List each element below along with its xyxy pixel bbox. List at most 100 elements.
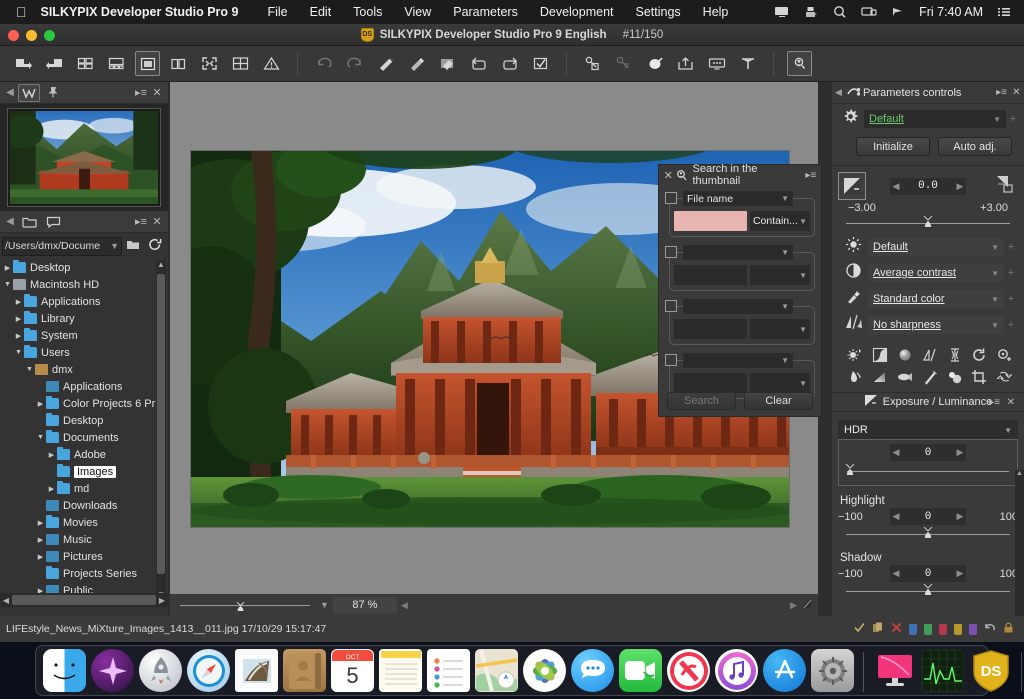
tree-collapse-arrow-icon[interactable]: ▼	[24, 366, 35, 373]
criterion-text-input[interactable]	[674, 265, 747, 285]
exposure-slider[interactable]	[846, 215, 1010, 232]
tree-expand-arrow-icon[interactable]: ▶	[13, 298, 24, 306]
gear-icon[interactable]	[836, 108, 864, 130]
tree-expand-arrow-icon[interactable]: ▶	[13, 315, 24, 323]
close-icon[interactable]: ✕	[662, 169, 675, 182]
dock-item-silkypix[interactable]: DS	[969, 649, 1012, 692]
exposure-luminance-icon[interactable]	[842, 344, 867, 366]
shadow-value[interactable]: 0	[902, 568, 954, 580]
folder-tree-item[interactable]: ▶ System	[0, 327, 168, 344]
close-icon[interactable]: ✕	[149, 215, 165, 228]
chevron-down-icon[interactable]: ▼	[110, 241, 119, 251]
hdr-dropdown[interactable]: HDR ▼	[838, 420, 1018, 440]
initialize-button[interactable]: Initialize	[856, 137, 930, 156]
criterion-checkbox[interactable]	[665, 192, 677, 204]
menu-view[interactable]: View	[393, 5, 442, 19]
dock-item-app-store[interactable]	[763, 649, 806, 692]
print-icon[interactable]	[642, 51, 667, 76]
filmstrip-icon[interactable]	[104, 51, 129, 76]
contrast-icon[interactable]	[838, 262, 868, 284]
dock-item-system-preferences[interactable]	[811, 649, 854, 692]
shadow-slider-knob[interactable]	[923, 583, 933, 598]
folder-tree-item[interactable]: ▶ Pictures	[0, 548, 168, 565]
criterion-checkbox[interactable]	[665, 300, 677, 312]
criterion-field-dropdown[interactable]: ▼	[683, 353, 793, 368]
dock-item-finder[interactable]	[43, 649, 86, 692]
highlight-spinner[interactable]: ◀ 0 ▶	[890, 508, 966, 525]
panel-menu-icon[interactable]: ▸≡	[133, 215, 149, 228]
search-icon[interactable]	[832, 5, 848, 19]
taste-copy-icon[interactable]	[404, 51, 429, 76]
hdr-value[interactable]: 0	[902, 447, 954, 459]
new-folder-icon[interactable]	[122, 239, 144, 254]
dock-item-launchpad[interactable]	[139, 649, 182, 692]
hdr-spinner[interactable]: ◀ 0 ▶	[890, 444, 966, 461]
spinner-decrease-icon[interactable]: ◀	[890, 447, 902, 458]
redo-icon[interactable]	[342, 51, 367, 76]
criterion-field-dropdown[interactable]: ▼	[683, 245, 793, 260]
folder-tree-item[interactable]: ▶ Color Projects 6 Pr	[0, 395, 168, 412]
zoom-preset-dropdown-icon[interactable]: ▼	[320, 600, 329, 610]
scroll-left-arrow-icon[interactable]: ◀	[0, 596, 12, 605]
develop-batch-icon[interactable]	[611, 51, 636, 76]
thumbnail-strip[interactable]	[0, 104, 168, 211]
checkmark-box-icon[interactable]	[528, 51, 553, 76]
folder-tree-item[interactable]: ▼ Macintosh HD	[0, 276, 168, 293]
highlight-slider-knob[interactable]	[923, 526, 933, 541]
hdr-slider[interactable]	[845, 463, 1009, 480]
scroll-right-arrow-icon[interactable]: ▶	[156, 596, 168, 605]
dock-item-facetime[interactable]	[619, 649, 662, 692]
folder-tree-item[interactable]: ▼ Users	[0, 344, 168, 361]
folder-tree-item[interactable]: Images	[0, 463, 168, 480]
rating-purple-icon[interactable]	[969, 623, 977, 635]
criterion-checkbox[interactable]	[665, 354, 677, 366]
two-view-icon[interactable]	[166, 51, 191, 76]
zoom-value[interactable]: 87 %	[332, 597, 397, 613]
tree-collapse-arrow-icon[interactable]: ▼	[13, 349, 24, 356]
reset-icon[interactable]	[992, 366, 1017, 388]
folder-path-input[interactable]: /Users/dmx/Docume ▼	[2, 236, 122, 256]
criterion-field-dropdown[interactable]: ▼	[683, 299, 793, 314]
criterion-text-input[interactable]	[674, 373, 747, 393]
folder-tree-item[interactable]: ▶ md	[0, 480, 168, 497]
color-icon[interactable]	[838, 288, 868, 310]
folder-tree-item[interactable]: Desktop	[0, 412, 168, 429]
color-dropdown[interactable]: Standard color ▼	[868, 290, 1004, 308]
dock-item-news[interactable]	[667, 649, 710, 692]
tree-expand-arrow-icon[interactable]: ▶	[13, 332, 24, 340]
search-panel[interactable]: ✕ Search in the thumbnail ▸≡ File name ▼	[658, 163, 822, 417]
spinner-decrease-icon[interactable]: ◀	[890, 511, 902, 522]
folder-tree-item[interactable]: Projects Series	[0, 565, 168, 582]
collapse-arrow-icon[interactable]: ◀	[832, 87, 845, 98]
spinner-increase-icon[interactable]: ▶	[954, 447, 966, 458]
pin-icon[interactable]	[42, 84, 64, 102]
folder-tree-item[interactable]: ▼ Documents	[0, 429, 168, 446]
zoom-slider-knob[interactable]	[236, 600, 245, 611]
lens-aberration-icon[interactable]	[942, 344, 967, 366]
dock-item-notes[interactable]	[379, 649, 422, 692]
delete-flag-icon[interactable]	[891, 622, 902, 636]
tree-expand-arrow-icon[interactable]: ▶	[46, 485, 57, 493]
menu-edit[interactable]: Edit	[299, 5, 343, 19]
check-flag-icon[interactable]	[854, 622, 865, 636]
shadow-spinner[interactable]: ◀ 0 ▶	[890, 565, 966, 582]
dock-item-itunes[interactable]	[715, 649, 758, 692]
close-window-button[interactable]	[8, 30, 19, 41]
preset-dropdown[interactable]: Default ▼	[864, 110, 1006, 128]
tree-expand-arrow-icon[interactable]: ▶	[2, 264, 13, 272]
dock-item-safari[interactable]	[187, 649, 230, 692]
tree-expand-arrow-icon[interactable]: ▶	[35, 553, 46, 561]
scroll-thumb-horizontal[interactable]	[12, 595, 156, 605]
slideshow-icon[interactable]	[704, 51, 729, 76]
menu-development[interactable]: Development	[529, 5, 625, 19]
zoom-increase-arrow-icon[interactable]: ▶	[786, 600, 801, 611]
folder-tree-item[interactable]: ▶ Library	[0, 310, 168, 327]
highlight-controller-icon[interactable]	[892, 344, 917, 366]
folder-tree-scrollbar-horizontal[interactable]: ◀ ▶	[0, 593, 168, 607]
single-view-icon[interactable]	[135, 51, 160, 76]
zoom-decrease-arrow-icon[interactable]: ◀	[397, 600, 412, 611]
add-preset-button[interactable]: +	[1006, 113, 1020, 125]
warning-icon[interactable]	[259, 51, 284, 76]
folder-tree-item[interactable]: ▶ Music	[0, 531, 168, 548]
sharpness-icon[interactable]	[838, 314, 868, 336]
